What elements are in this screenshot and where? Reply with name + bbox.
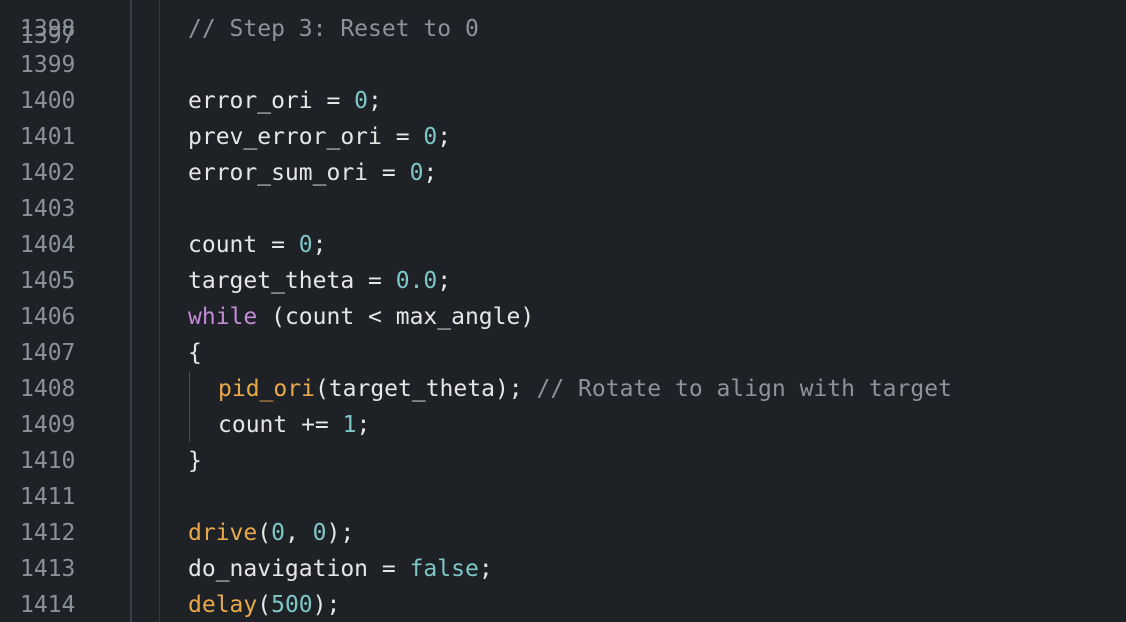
code-editor[interactable]: 1397 1398// Step 3: Reset to 0 1399 1400 er… bbox=[0, 0, 1126, 622]
code-token-keyword: while bbox=[188, 304, 258, 330]
line-number: 1410 bbox=[20, 448, 76, 474]
line-number: 1402 bbox=[20, 160, 76, 186]
line-number: 1413 bbox=[20, 556, 76, 582]
code-token-plain: { bbox=[188, 340, 202, 366]
code-token-plain: } bbox=[188, 448, 202, 474]
code-token-plain: error_ori = bbox=[188, 88, 355, 114]
line-number: 1412 bbox=[20, 520, 76, 546]
code-text[interactable]: target_theta = 0.0; bbox=[188, 263, 451, 299]
line-number: 1411 bbox=[20, 484, 76, 510]
code-text[interactable]: error_sum_ori = 0; bbox=[188, 155, 437, 191]
code-text[interactable]: // Step 3: Reset to 0 bbox=[188, 11, 479, 47]
block-indent-guide bbox=[189, 372, 190, 442]
indent-guide bbox=[159, 0, 160, 622]
code-token-number: 0 bbox=[271, 520, 285, 546]
code-token-plain: ; bbox=[437, 268, 452, 294]
code-token-comment: // Rotate to align with target bbox=[536, 376, 952, 402]
code-token-func: drive bbox=[188, 520, 258, 546]
code-token-number: 0 bbox=[409, 160, 424, 186]
code-text[interactable]: while (count < max_angle) bbox=[188, 299, 534, 335]
code-token-number: 0 bbox=[423, 124, 438, 150]
code-token-plain: ); bbox=[326, 520, 355, 546]
code-text[interactable]: prev_error_ori = 0; bbox=[188, 119, 451, 155]
code-token-plain: count += bbox=[218, 412, 343, 438]
code-token-plain: (count < max_angle) bbox=[257, 304, 535, 330]
code-token-func: pid_ori bbox=[218, 376, 315, 402]
code-token-plain: ; bbox=[356, 412, 371, 438]
code-token-plain: do_navigation = bbox=[188, 556, 410, 582]
line-number: 1404 bbox=[20, 232, 76, 258]
code-token-plain: error_sum_ori = bbox=[188, 160, 410, 186]
code-token-number: 0 bbox=[312, 520, 327, 546]
line-number: 1405 bbox=[20, 268, 76, 294]
code-text[interactable]: count = 0; bbox=[188, 227, 327, 263]
code-token-plain: ; bbox=[312, 232, 327, 258]
code-token-number: 0 bbox=[354, 88, 369, 114]
line-number: 1407 bbox=[20, 340, 76, 366]
code-token-number: 0.0 bbox=[395, 268, 438, 294]
code-token-plain: , bbox=[284, 520, 313, 546]
code-token-plain: ); bbox=[312, 592, 341, 618]
code-token-plain: target_theta = bbox=[188, 268, 396, 294]
code-token-plain: (target_theta); bbox=[314, 376, 537, 402]
code-token-plain: ; bbox=[423, 160, 438, 186]
line-number: 1403 bbox=[20, 196, 76, 222]
line-number: 1398 bbox=[20, 16, 76, 42]
line-number: 1406 bbox=[20, 304, 76, 330]
code-text[interactable]: do_navigation = false; bbox=[188, 551, 493, 587]
code-text[interactable]: count += 1; bbox=[218, 407, 370, 443]
line-number: 1409 bbox=[20, 412, 76, 438]
code-text[interactable]: delay(500); bbox=[188, 587, 340, 622]
code-token-comment: // Step 3: Reset to 0 bbox=[188, 16, 479, 42]
code-token-plain: ; bbox=[368, 88, 382, 114]
line-number: 1414 bbox=[20, 592, 76, 618]
code-token-func: delay bbox=[188, 592, 258, 618]
line-number: 1399 bbox=[20, 52, 76, 78]
code-text[interactable]: error_ori = 0; bbox=[188, 83, 382, 119]
line-number: 1400 bbox=[20, 88, 76, 114]
code-text[interactable]: pid_ori(target_theta); // Rotate to alig… bbox=[218, 371, 952, 407]
code-token-plain: ; bbox=[437, 124, 452, 150]
code-token-plain: ; bbox=[478, 556, 493, 582]
code-text[interactable]: } bbox=[188, 443, 202, 479]
code-token-number: 1 bbox=[342, 412, 357, 438]
line-number: 1408 bbox=[20, 376, 76, 402]
code-token-plain: prev_error_ori = bbox=[188, 124, 424, 150]
code-text[interactable]: { bbox=[188, 335, 202, 371]
code-text[interactable]: drive(0, 0); bbox=[188, 515, 354, 551]
code-token-plain: count = bbox=[188, 232, 299, 258]
code-token-number: 500 bbox=[271, 592, 313, 618]
code-token-plain: ( bbox=[257, 520, 272, 546]
code-token-number: 0 bbox=[298, 232, 313, 258]
code-token-plain: ( bbox=[257, 592, 272, 618]
code-token-bool: false bbox=[409, 556, 479, 582]
line-number: 1401 bbox=[20, 124, 76, 150]
